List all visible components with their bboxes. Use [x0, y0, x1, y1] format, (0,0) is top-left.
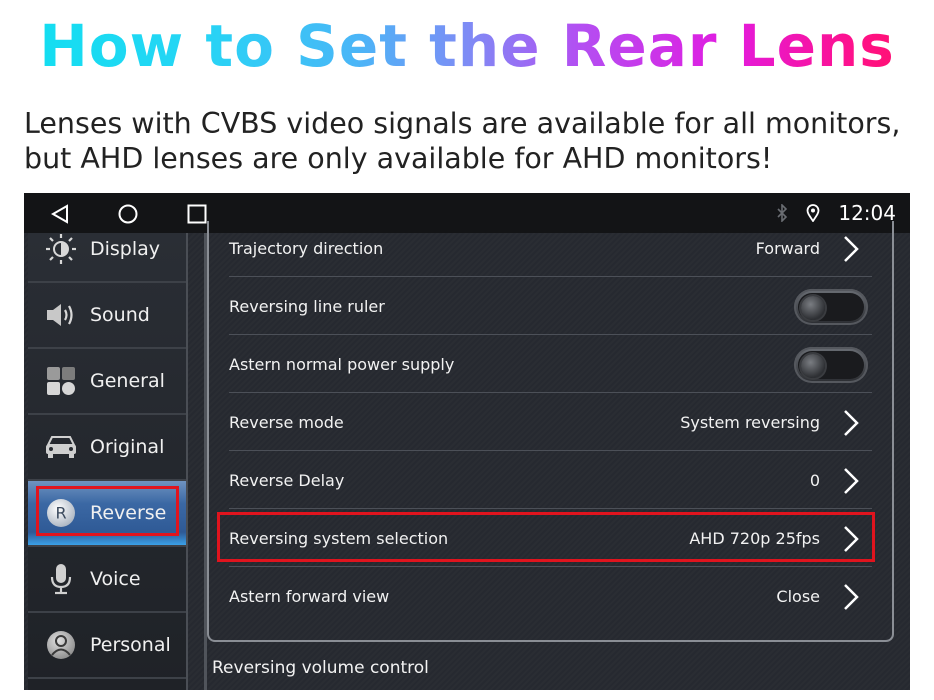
reversing-line-ruler-toggle[interactable] [794, 289, 868, 325]
sidebar-item-original[interactable]: Original [28, 415, 186, 481]
setting-row-trajectory-direction[interactable]: Trajectory direction Forward [229, 221, 872, 277]
setting-label: Reverse Delay [229, 471, 345, 490]
settings-content: Display Sound General Original R Reverse… [24, 221, 910, 690]
setting-value: 0 [809, 471, 820, 490]
setting-value: AHD 720p 25fps [689, 529, 820, 548]
grid-icon [44, 364, 78, 398]
page-title: How to Set the Rear Lens [0, 8, 934, 84]
setting-value: Forward [755, 239, 820, 258]
toggle-knob [801, 354, 825, 378]
sidebar-item-voice[interactable]: Voice [28, 547, 186, 613]
setting-value: System reversing [680, 413, 820, 432]
sidebar-item-label: General [90, 370, 165, 392]
location-icon [806, 204, 820, 222]
toggle-knob [801, 296, 825, 320]
setting-row-reverse-mode[interactable]: Reverse mode System reversing [229, 395, 872, 451]
sidebar-item-reverse[interactable]: R Reverse [28, 481, 186, 547]
head-unit-screen: 12:04 Display Sound General Original R R… [24, 193, 910, 690]
setting-label: Astern normal power supply [229, 355, 455, 374]
chevron-right-icon[interactable] [842, 409, 860, 437]
sidebar-item-label: Personal [90, 634, 171, 656]
chevron-right-icon[interactable] [842, 235, 860, 263]
settings-panel: Trajectory direction Forward Reversing l… [207, 221, 894, 642]
reverse-r-icon: R [44, 496, 78, 530]
setting-row-astern-normal-power-supply: Astern normal power supply [229, 337, 872, 393]
recents-icon[interactable] [186, 203, 208, 225]
setting-row-reversing-system-selection[interactable]: Reversing system selection AHD 720p 25fp… [229, 511, 872, 567]
sidebar-item-label: Sound [90, 304, 150, 326]
svg-text:R: R [55, 504, 66, 523]
sidebar-item-personal[interactable]: Personal [28, 613, 186, 679]
car-icon [44, 430, 78, 464]
bluetooth-icon [777, 204, 788, 222]
setting-label: Reversing system selection [229, 529, 449, 548]
settings-sidebar: Display Sound General Original R Reverse… [28, 233, 188, 690]
setting-row-reverse-delay[interactable]: Reverse Delay 0 [229, 453, 872, 509]
subtitle-line-2: but AHD lenses are only available for AH… [24, 142, 773, 175]
subtitle-line-1: Lenses with CVBS video signals are avail… [24, 107, 901, 140]
sidebar-item-label: Voice [90, 568, 141, 590]
setting-label: Reversing line ruler [229, 297, 385, 316]
speaker-icon [44, 298, 78, 332]
astern-power-supply-toggle[interactable] [794, 347, 868, 383]
setting-label: Astern forward view [229, 587, 390, 606]
setting-value: Close [776, 587, 820, 606]
sidebar-item-display[interactable]: Display [28, 217, 186, 283]
brightness-icon [44, 232, 78, 266]
chevron-right-icon[interactable] [842, 583, 860, 611]
chevron-right-icon[interactable] [842, 467, 860, 495]
setting-row-reversing-line-ruler: Reversing line ruler [229, 279, 872, 335]
user-icon [44, 628, 78, 662]
setting-row-astern-forward-view[interactable]: Astern forward view Close [229, 569, 872, 625]
setting-label: Reverse mode [229, 413, 344, 432]
sidebar-item-general[interactable]: General [28, 349, 186, 415]
microphone-icon [44, 562, 78, 596]
sidebar-item-label: Original [90, 436, 165, 458]
sidebar-item-label: Display [90, 238, 161, 260]
sidebar-item-sound[interactable]: Sound [28, 283, 186, 349]
chevron-right-icon[interactable] [842, 525, 860, 553]
page-subtitle: Lenses with CVBS video signals are avail… [24, 106, 924, 176]
setting-row-reversing-volume-control[interactable]: Reversing volume control [212, 658, 429, 678]
setting-label: Trajectory direction [229, 239, 384, 258]
sidebar-item-label: Reverse [90, 502, 167, 524]
